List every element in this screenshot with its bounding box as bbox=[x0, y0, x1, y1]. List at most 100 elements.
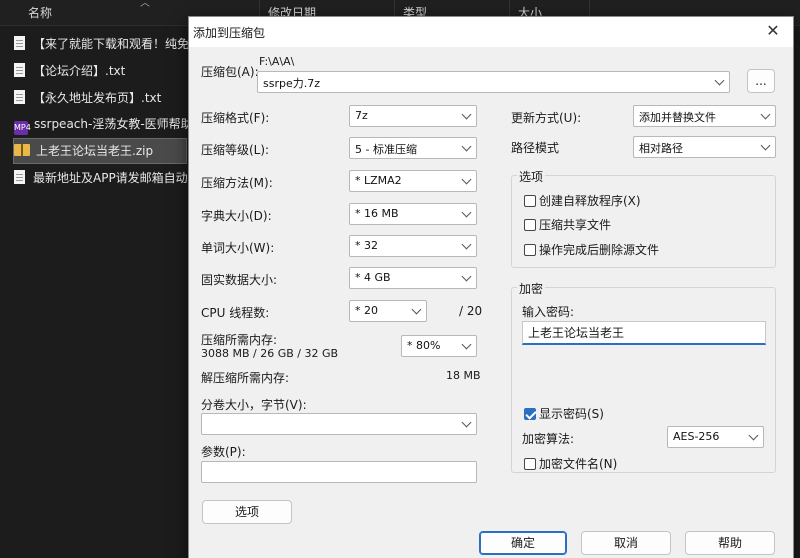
file-name: 上老王论坛当老王.zip bbox=[36, 144, 154, 158]
split-label: 分卷大小，字节(V): bbox=[201, 398, 307, 412]
file-name: 最新地址及APP请发邮箱自动 bbox=[33, 171, 188, 185]
file-row[interactable]: 【永久地址发布页】.txt bbox=[14, 86, 190, 110]
cpu-select[interactable]: * 20 bbox=[349, 300, 427, 322]
video-file-icon: MP4 bbox=[14, 121, 31, 135]
dialog-title: 添加到压缩包 bbox=[193, 26, 266, 40]
encryption-group-title: 加密 bbox=[517, 280, 546, 297]
shared-files-checkbox[interactable]: 压缩共享文件 bbox=[524, 216, 611, 233]
encrypt-names-label: 加密文件名(N) bbox=[539, 457, 618, 471]
update-label: 更新方式(U): bbox=[511, 111, 582, 125]
algo-value: AES-256 bbox=[673, 430, 720, 443]
file-row[interactable]: 最新地址及APP请发邮箱自动 bbox=[14, 166, 190, 190]
mem-percent-value: * 80% bbox=[407, 339, 441, 352]
word-label: 单词大小(W): bbox=[201, 241, 275, 255]
level-label: 压缩等级(L): bbox=[201, 143, 270, 157]
dict-label: 字典大小(D): bbox=[201, 209, 272, 223]
split-volume-select[interactable] bbox=[201, 413, 477, 435]
format-label: 压缩格式(F): bbox=[201, 111, 270, 125]
show-password-checkbox[interactable]: 显示密码(S) bbox=[524, 405, 604, 422]
word-value: * 32 bbox=[355, 239, 378, 252]
file-row-selected[interactable]: 上老王论坛当老王.zip bbox=[13, 138, 187, 164]
params-input[interactable] bbox=[201, 461, 477, 483]
file-name: 【来了就能下载和观看！纯免费 bbox=[33, 37, 190, 51]
file-name: 【论坛介绍】.txt bbox=[33, 64, 126, 78]
shared-label: 压缩共享文件 bbox=[539, 218, 612, 232]
show-password-label: 显示密码(S) bbox=[539, 407, 604, 421]
chevron-down-icon bbox=[714, 75, 725, 86]
file-row[interactable]: 【来了就能下载和观看！纯免费 bbox=[14, 32, 190, 56]
add-to-archive-dialog: 添加到压缩包 ✕ 压缩包(A): F:\A\A\ ssrpe力.7z ... 压… bbox=[188, 16, 794, 558]
update-mode-select[interactable]: 添加并替换文件 bbox=[633, 105, 776, 127]
checkbox-box bbox=[524, 218, 536, 231]
format-select[interactable]: 7z bbox=[349, 105, 477, 127]
chevron-down-icon bbox=[461, 339, 472, 350]
dict-select[interactable]: * 16 MB bbox=[349, 203, 477, 225]
browse-button[interactable]: ... bbox=[747, 69, 775, 93]
text-file-icon bbox=[14, 90, 25, 104]
text-file-icon bbox=[14, 36, 25, 50]
text-file-icon bbox=[14, 63, 25, 77]
chevron-down-icon bbox=[461, 271, 472, 282]
path-mode-label: 路径模式 bbox=[511, 141, 560, 155]
level-select[interactable]: 5 - 标准压缩 bbox=[349, 137, 477, 159]
options-group-title: 选项 bbox=[517, 168, 546, 185]
ok-button[interactable]: 确定 bbox=[479, 531, 567, 555]
chevron-down-icon bbox=[461, 109, 472, 120]
file-row[interactable]: 【论坛介绍】.txt bbox=[14, 59, 190, 83]
mem-decomp-value: 18 MB bbox=[446, 369, 481, 382]
update-value: 添加并替换文件 bbox=[639, 111, 716, 124]
chevron-down-icon bbox=[760, 109, 771, 120]
file-name: ssrpeach-淫荡女教-医师帮助 bbox=[34, 117, 190, 131]
mem-comp-detail: 3088 MB / 26 GB / 32 GB bbox=[201, 347, 339, 360]
password-label: 输入密码: bbox=[522, 305, 575, 319]
algo-label: 加密算法: bbox=[522, 432, 575, 446]
solid-select[interactable]: * 4 GB bbox=[349, 267, 477, 289]
file-row[interactable]: MP4 ssrpeach-淫荡女教-医师帮助 bbox=[14, 112, 190, 136]
cpu-label: CPU 线程数: bbox=[201, 306, 270, 320]
options-button[interactable]: 选项 bbox=[202, 500, 292, 524]
level-value: 5 - 标准压缩 bbox=[355, 143, 417, 156]
solid-label: 固实数据大小: bbox=[201, 273, 278, 287]
path-mode-value: 相对路径 bbox=[639, 142, 683, 155]
chevron-down-icon bbox=[461, 207, 472, 218]
dialog-titlebar[interactable]: 添加到压缩包 ✕ bbox=[189, 17, 793, 47]
solid-value: * 4 GB bbox=[355, 271, 391, 284]
chevron-down-icon bbox=[748, 430, 759, 441]
chevron-down-icon bbox=[411, 304, 422, 315]
chevron-down-icon bbox=[461, 417, 472, 428]
cancel-button[interactable]: 取消 bbox=[581, 531, 671, 555]
word-select[interactable]: * 32 bbox=[349, 235, 477, 257]
chevron-down-icon bbox=[461, 239, 472, 250]
archive-path: F:\A\A\ bbox=[259, 55, 295, 68]
encrypt-names-checkbox[interactable]: 加密文件名(N) bbox=[524, 455, 617, 472]
params-label: 参数(P): bbox=[201, 445, 246, 459]
method-select[interactable]: * LZMA2 bbox=[349, 170, 477, 192]
method-label: 压缩方法(M): bbox=[201, 176, 273, 190]
close-icon[interactable]: ✕ bbox=[763, 21, 783, 41]
cpu-value: * 20 bbox=[355, 304, 378, 317]
checkbox-box bbox=[524, 243, 536, 256]
sfx-label: 创建自释放程序(X) bbox=[539, 194, 641, 208]
mem-decomp-label: 解压缩所需内存: bbox=[201, 371, 290, 385]
help-button[interactable]: 帮助 bbox=[685, 531, 775, 555]
chevron-down-icon bbox=[461, 174, 472, 185]
zip-folder-icon bbox=[14, 144, 30, 156]
archive-name-value: ssrpe力.7z bbox=[263, 77, 321, 90]
encryption-algo-select[interactable]: AES-256 bbox=[667, 426, 764, 448]
password-input[interactable]: 上老王论坛当老王 bbox=[522, 321, 766, 345]
path-mode-select[interactable]: 相对路径 bbox=[633, 136, 776, 158]
checkbox-box bbox=[524, 194, 536, 207]
checkbox-box bbox=[524, 457, 536, 470]
delete-source-checkbox[interactable]: 操作完成后删除源文件 bbox=[524, 241, 659, 258]
checkbox-checked bbox=[524, 407, 536, 420]
sfx-checkbox[interactable]: 创建自释放程序(X) bbox=[524, 192, 641, 209]
dict-value: * 16 MB bbox=[355, 207, 399, 220]
archive-name-combo[interactable]: ssrpe力.7z bbox=[257, 71, 730, 93]
delete-label: 操作完成后删除源文件 bbox=[539, 243, 660, 257]
mem-comp-label: 压缩所需内存: bbox=[201, 333, 278, 347]
mem-percent-select[interactable]: * 80% bbox=[401, 335, 477, 357]
format-value: 7z bbox=[355, 109, 368, 122]
cpu-total: / 20 bbox=[459, 304, 483, 318]
chevron-down-icon bbox=[461, 141, 472, 152]
chevron-down-icon bbox=[760, 140, 771, 151]
